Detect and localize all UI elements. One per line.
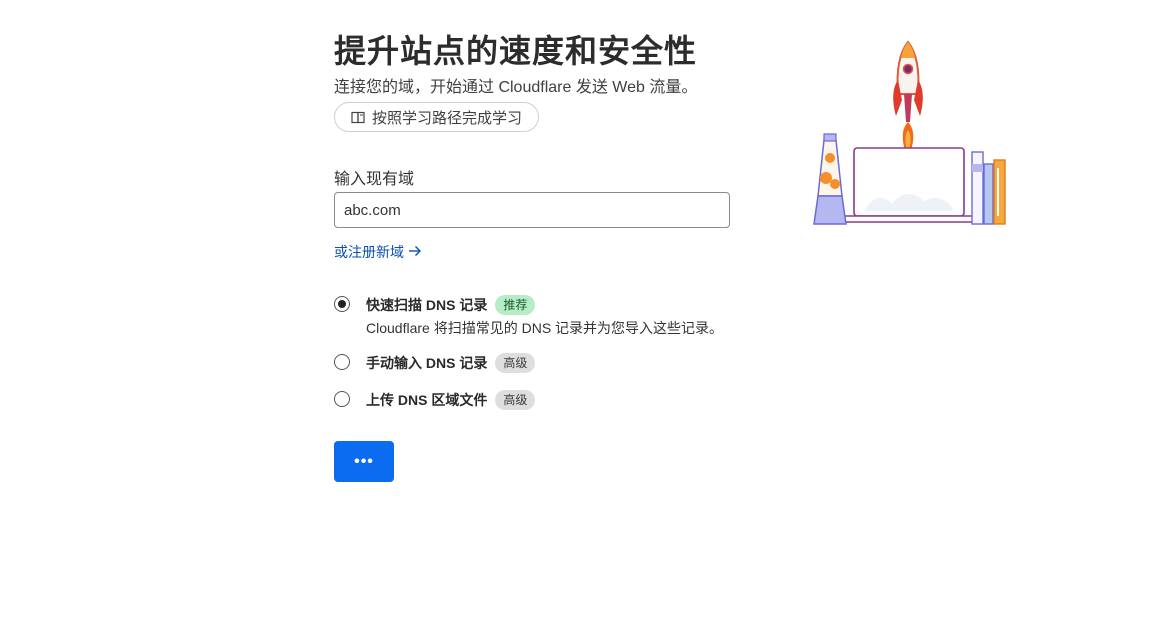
rocket-laptop-illustration: [812, 36, 1012, 236]
quick-scan-radio[interactable]: [334, 296, 350, 312]
option-description: Cloudflare 将扫描常见的 DNS 记录并为您导入这些记录。: [366, 320, 724, 336]
arrow-right-icon: [408, 244, 422, 260]
register-domain-link[interactable]: 或注册新域: [334, 242, 422, 262]
recommended-badge: 推荐: [495, 295, 536, 315]
upload-zone-radio[interactable]: [334, 391, 350, 407]
learning-path-button[interactable]: 按照学习路径完成学习: [334, 102, 540, 132]
onboarding-page: 提升站点的速度和安全性 连接您的域，开始通过 Cloudflare 发送 Web…: [0, 0, 1158, 643]
continue-button[interactable]: •••: [334, 441, 394, 482]
dns-option-upload-zone[interactable]: 上传 DNS 区域文件 高级: [334, 390, 536, 410]
advanced-badge: 高级: [495, 353, 536, 373]
page-subtitle: 连接您的域，开始通过 Cloudflare 发送 Web 流量。: [334, 79, 698, 96]
register-domain-label: 或注册新域: [334, 244, 404, 260]
dns-option-quick-scan[interactable]: 快速扫描 DNS 记录 推荐 Cloudflare 将扫描常见的 DNS 记录并…: [334, 295, 723, 338]
book-icon: [351, 111, 366, 124]
option-title: 上传 DNS 区域文件: [366, 392, 488, 408]
domain-field-label: 输入现有域: [334, 171, 415, 188]
domain-input[interactable]: [334, 192, 730, 228]
manual-entry-radio[interactable]: [334, 354, 350, 370]
dns-option-manual[interactable]: 手动输入 DNS 记录 高级: [334, 353, 536, 373]
option-title: 快速扫描 DNS 记录: [366, 297, 488, 313]
learning-path-label: 按照学习路径完成学习: [372, 109, 523, 127]
advanced-badge: 高级: [495, 390, 536, 410]
page-title: 提升站点的速度和安全性: [334, 33, 698, 69]
option-title: 手动输入 DNS 记录: [366, 355, 488, 371]
